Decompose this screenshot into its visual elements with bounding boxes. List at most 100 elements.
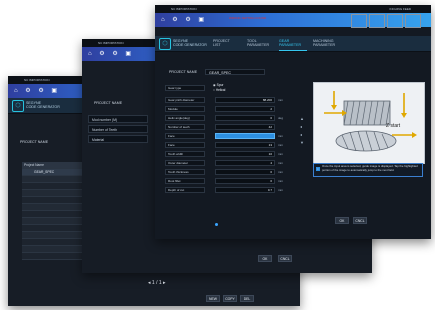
param-value-field[interactable]: 13 [215,142,275,148]
param-label: Module [165,106,205,112]
toolbar-button[interactable] [369,14,385,28]
app-logo-icon: ⬡ [12,100,24,112]
ok-button[interactable]: OK [335,217,349,224]
param-unit: deg [278,116,284,120]
table-row[interactable] [22,190,82,197]
param-row: Module 2 [165,106,297,112]
table-row[interactable] [22,183,82,190]
radio-helical[interactable]: ○ Helical [213,88,225,92]
param-row: Helix angle(deg) 0 deg [165,115,297,121]
table-row[interactable]: GEAR_SPEC [22,169,82,176]
param-row: Face mm [165,133,297,139]
status-text: INCHING FEED [389,7,411,11]
brand-text: SEGYNE CODE GENERATOR [173,39,207,48]
param-label: Outer diameter [165,160,205,166]
param-unit: mm [278,170,283,174]
nav-icons[interactable]: ⌂ ⚙ ⚙ ▣ [161,16,207,23]
delete-button[interactable]: DEL [240,295,254,302]
toolbar-button[interactable] [387,14,403,28]
tab-project-list[interactable]: PROJECT LIST [213,39,230,47]
active-tab-indicator [279,50,307,51]
tab-machining-parameter[interactable]: MACHINING PARAMETER [313,39,335,47]
gear-parameter-window: NC IMPORTATION ⌂ ⚙ ⚙ ▣ WRONG SETTING FOU… [155,5,431,239]
tab-gear-parameter[interactable]: GEAR PARAMETER [279,39,301,47]
project-table: Project Name GEAR_SPEC [22,162,82,260]
table-row[interactable] [22,246,82,253]
table-row[interactable] [22,239,82,246]
table-row[interactable] [22,197,82,204]
table-row[interactable] [22,176,82,183]
param-unit: mm [278,152,283,156]
page-indicator [215,223,218,226]
param-row: Gear pitch diameter 88.200 mm [165,97,297,103]
param-unit: mm [278,188,283,192]
param-value-field[interactable]: 0 [215,169,275,175]
app-title: NC IMPORTATION [24,78,50,82]
gear-hob-illustration [314,83,424,163]
param-label: Gear type [165,85,205,91]
list-item[interactable]: Mod number (M) [88,115,148,123]
toolbar-button[interactable] [405,14,421,28]
param-row: Tooth thickness 0 mm [165,169,297,175]
param-value-field[interactable]: 42 [215,124,275,130]
warning-text: WRONG SETTING FOUND [229,16,267,20]
toolbar-button[interactable] [351,14,367,28]
param-value-field[interactable] [215,133,275,139]
param-label: Gear pitch diameter [165,97,205,103]
param-row: Face 13 mm [165,142,297,148]
param-row: Tooth width 10 mm [165,151,297,157]
param-value-field[interactable]: 10 [215,151,275,157]
param-row: Root fillet 0 mm [165,178,297,184]
param-label: Face [165,142,205,148]
app-logo-icon: ⬡ [159,38,171,50]
table-row[interactable] [22,218,82,225]
list-item[interactable]: Number of Teeth [88,125,148,133]
param-row: Depth of cut 0.7 mm [165,187,297,193]
radio-spur[interactable]: ◉ Spur [213,83,223,87]
param-label: Tooth width [165,151,205,157]
param-value-field[interactable]: 0 [215,115,275,121]
param-label: Helix angle(deg) [165,115,205,121]
param-label: Number of teeth [165,124,205,130]
param-row: Number of teeth 42 [165,124,297,130]
param-row: Outer diameter 4 mm [165,160,297,166]
param-unit: mm [278,98,283,102]
table-row[interactable] [22,204,82,211]
brand-text: SEGYNE CODE GENERATOR [26,101,60,110]
new-button[interactable]: NEW [206,295,220,302]
param-value-field[interactable]: 4 [215,160,275,166]
param-label: Tooth thickness [165,169,205,175]
param-unit: mm [278,143,283,147]
cancel-button[interactable]: CNCL [278,255,292,262]
table-row[interactable] [22,232,82,239]
param-value-field[interactable]: 2 [215,106,275,112]
step-arrows[interactable]: ▲ ◂ ◂ ▼ [300,115,304,147]
param-unit: mm [278,134,283,138]
param-row: Gear type [165,85,297,91]
section-title: PROJECT NAME [169,70,198,74]
copy-button[interactable]: COPY [223,295,237,302]
table-row[interactable] [22,211,82,218]
param-value-field[interactable]: 88.200 [215,97,275,103]
param-value-field[interactable]: 0.7 [215,187,275,193]
section-title: PROJECT NAME [94,101,123,105]
pagination[interactable]: ◂ 1 / 1 ▸ [148,280,166,286]
ok-button[interactable]: OK [258,255,272,262]
nav-icons[interactable]: ⌂ ⚙ ⚙ ▣ [88,50,134,57]
param-label: Depth of cut [165,187,205,193]
table-row[interactable] [22,253,82,260]
param-label: Root fillet [165,178,205,184]
project-name-field[interactable]: GEAR_SPEC [205,69,265,75]
list-item[interactable]: Material [88,135,148,143]
tab-tool-parameter[interactable]: TOOL PARAMETER [247,39,269,47]
help-note: i Once the input area is selected, guide… [313,163,423,177]
param-value-field[interactable]: 0 [215,178,275,184]
table-header: Project Name [22,162,82,169]
nav-icons[interactable]: ⌂ ⚙ ⚙ ▣ [14,87,60,94]
param-unit: mm [278,179,283,183]
table-row[interactable] [22,225,82,232]
param-label: Face [165,133,205,139]
cancel-button[interactable]: CNCL [353,217,367,224]
gear-diagram[interactable]: Z start [313,82,425,164]
diagram-label: Z start [386,123,401,129]
